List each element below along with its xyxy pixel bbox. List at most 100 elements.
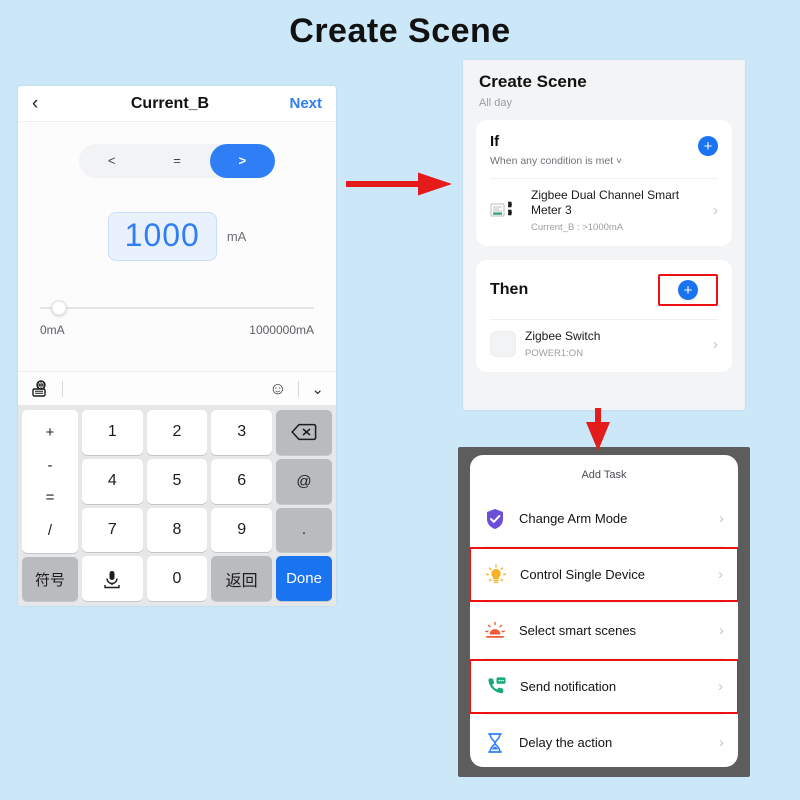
if-card: If When any condition is met ˅ + Zigbee … xyxy=(476,120,732,246)
chevron-down-icon[interactable]: ⌄ xyxy=(311,380,324,398)
then-card: Then + Zigbee Switch POWER1:ON › xyxy=(476,260,732,372)
slider-max-label: 1000000mA xyxy=(249,323,314,337)
switch-icon xyxy=(490,331,516,357)
task-item-change-arm-mode[interactable]: Change Arm Mode › xyxy=(470,491,738,546)
left-header: ‹ Current_B Next xyxy=(18,86,336,122)
red-arrow-down xyxy=(580,406,616,452)
numeric-keypad: + - = / 符号 1 2 3 4 5 6 7 8 9 0 返回 @ . Do… xyxy=(18,405,336,606)
done-key[interactable]: Done xyxy=(276,556,332,601)
energy-meter-icon xyxy=(490,197,522,225)
slider-track[interactable] xyxy=(40,300,314,316)
task-item-delay-the-action[interactable]: Delay the action › xyxy=(470,715,738,767)
hourglass-icon xyxy=(484,732,506,754)
current-value-input[interactable]: 1000 xyxy=(107,212,217,261)
chevron-right-icon-then[interactable]: › xyxy=(713,336,718,353)
if-condition-selector[interactable]: When any condition is met ˅ xyxy=(490,155,698,167)
key-0[interactable]: 0 xyxy=(146,556,208,601)
if-card-header: If When any condition is met ˅ + xyxy=(476,120,732,178)
comparator-option-less[interactable]: < xyxy=(79,144,144,178)
emoji-smiley-icon[interactable]: ☺ xyxy=(269,379,286,399)
operator-key-plus[interactable]: + xyxy=(46,424,55,441)
microphone-icon[interactable] xyxy=(82,556,143,601)
chevron-left-icon[interactable]: ‹ xyxy=(32,93,62,115)
toolbar-divider-2 xyxy=(298,380,300,397)
slider-handle[interactable] xyxy=(51,300,67,316)
chevron-right-icon-notify[interactable]: › xyxy=(718,678,723,695)
add-task-button[interactable]: + xyxy=(678,280,698,300)
key-9[interactable]: 9 xyxy=(211,507,273,553)
left-phone-screen: ‹ Current_B Next < = > 1000 mA 0mA 10000… xyxy=(18,86,336,606)
red-arrow-right xyxy=(344,170,454,198)
keypad-digits: 1 2 3 4 5 6 7 8 9 0 返回 xyxy=(82,410,273,601)
next-button[interactable]: Next xyxy=(278,95,322,112)
keypad-right-column: @ . Done xyxy=(276,410,332,601)
dot-key[interactable]: . xyxy=(276,507,332,553)
key-5[interactable]: 5 xyxy=(146,458,208,504)
operator-key-slash[interactable]: / xyxy=(48,522,52,539)
keypad-row-2: 4 5 6 xyxy=(82,458,273,504)
task-label-send-notification: Send notification xyxy=(520,679,617,694)
chevron-right-icon[interactable]: › xyxy=(713,202,718,219)
keyboard-globe-icon[interactable] xyxy=(30,379,50,399)
key-6[interactable]: 6 xyxy=(211,458,273,504)
slider-labels: 0mA 1000000mA xyxy=(40,323,314,337)
page-title-current-b: Current_B xyxy=(130,94,210,112)
slider-min-label: 0mA xyxy=(40,323,65,337)
task-item-select-smart-scenes[interactable]: Select smart scenes › xyxy=(470,603,738,658)
comparator-segmented-control[interactable]: < = > xyxy=(79,144,275,178)
then-heading: Then xyxy=(490,281,529,298)
then-device-detail: POWER1:ON xyxy=(525,348,584,359)
chevron-right-icon-arm[interactable]: › xyxy=(719,510,724,527)
chevron-right-icon-scenes[interactable]: › xyxy=(719,622,724,639)
light-bulb-icon xyxy=(485,563,507,586)
then-device-row[interactable]: Zigbee Switch POWER1:ON › xyxy=(476,320,732,372)
scene-panel-subtitle: All day xyxy=(479,97,513,109)
add-condition-button[interactable]: + xyxy=(698,136,718,156)
sunrise-scene-icon xyxy=(484,620,506,642)
phone-message-icon xyxy=(485,676,507,698)
operator-key-minus[interactable]: - xyxy=(48,457,53,474)
if-device-text: Zigbee Dual Channel Smart Meter 3 Curren… xyxy=(531,188,704,233)
keypad-row-1: 1 2 3 xyxy=(82,410,273,455)
value-unit-label: mA xyxy=(226,229,247,244)
key-2[interactable]: 2 xyxy=(146,410,208,455)
task-item-control-single-device[interactable]: Control Single Device › xyxy=(470,547,738,602)
chevron-right-icon-device[interactable]: › xyxy=(718,566,723,583)
chevron-right-icon-delay[interactable]: › xyxy=(719,734,724,751)
keyboard-toolbar: ☺ ⌄ xyxy=(18,371,336,405)
operator-key-equals[interactable]: = xyxy=(46,489,55,506)
then-device-name: Zigbee Switch xyxy=(525,329,601,343)
task-label-control-single-device: Control Single Device xyxy=(520,567,646,582)
add-task-card: Add Task Change Arm Mode › Control Singl… xyxy=(470,455,738,767)
keypad-row-4: 0 返回 xyxy=(82,556,273,601)
backspace-icon[interactable] xyxy=(276,410,332,455)
if-device-name: Zigbee Dual Channel Smart Meter 3 xyxy=(531,188,680,217)
then-device-text: Zigbee Switch POWER1:ON xyxy=(525,329,704,359)
task-label-delay-the-action: Delay the action xyxy=(519,735,613,750)
value-slider[interactable]: 0mA 1000000mA xyxy=(40,300,314,337)
comparator-option-equal[interactable]: = xyxy=(144,144,209,178)
then-card-header: Then + xyxy=(476,260,732,319)
shield-check-icon xyxy=(484,508,506,530)
key-8[interactable]: 8 xyxy=(146,507,208,553)
key-4[interactable]: 4 xyxy=(82,458,143,504)
symbol-key[interactable]: 符号 xyxy=(22,557,78,601)
keypad-left-column: + - = / 符号 xyxy=(22,410,78,601)
if-device-detail: Current_B : >1000mA xyxy=(531,222,624,233)
scene-panel-title: Create Scene xyxy=(479,72,587,91)
keypad-row-3: 7 8 9 xyxy=(82,507,273,553)
add-task-title: Add Task xyxy=(581,469,627,481)
at-key[interactable]: @ xyxy=(276,458,332,504)
task-item-send-notification[interactable]: Send notification › xyxy=(470,659,738,714)
if-device-row[interactable]: Zigbee Dual Channel Smart Meter 3 Curren… xyxy=(476,179,732,246)
add-task-highlight: + xyxy=(658,274,718,306)
key-3[interactable]: 3 xyxy=(211,410,273,455)
return-key[interactable]: 返回 xyxy=(211,556,273,601)
key-7[interactable]: 7 xyxy=(82,507,143,553)
comparator-option-greater[interactable]: > xyxy=(209,144,275,178)
scene-panel: Create Scene All day If When any conditi… xyxy=(463,60,745,410)
key-1[interactable]: 1 xyxy=(82,410,143,455)
operator-key-stack[interactable]: + - = / xyxy=(22,410,78,553)
task-label-select-smart-scenes: Select smart scenes xyxy=(519,623,637,638)
add-task-panel: Add Task Change Arm Mode › Control Singl… xyxy=(458,447,750,777)
